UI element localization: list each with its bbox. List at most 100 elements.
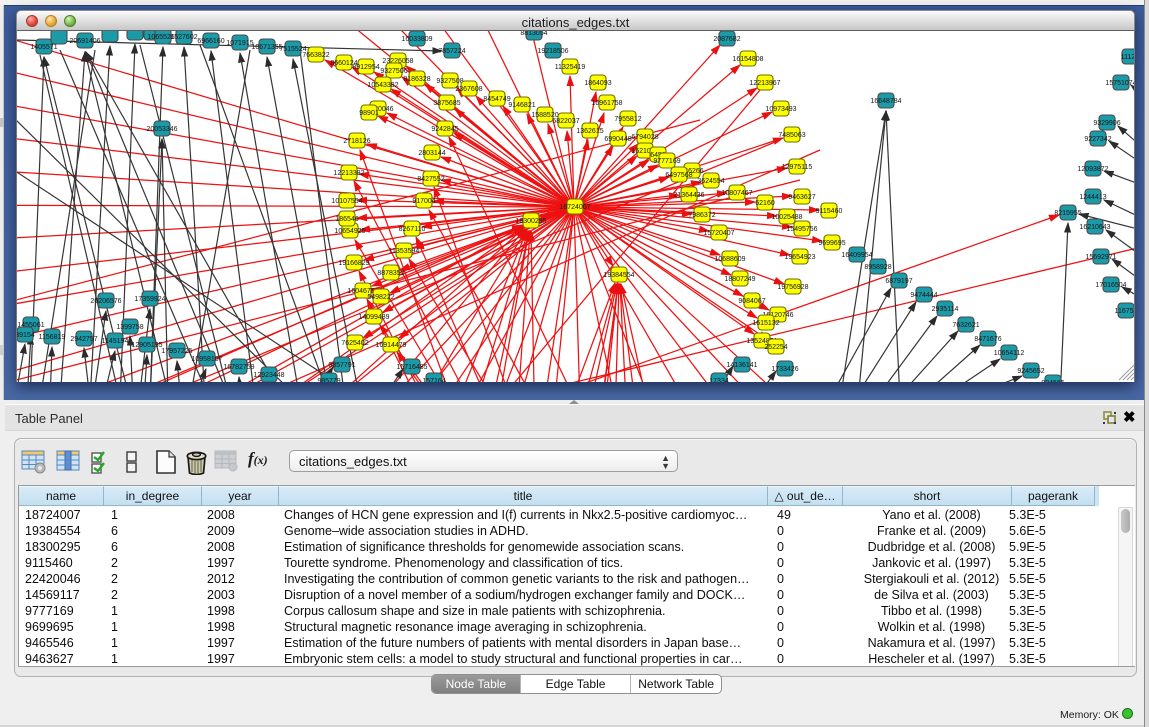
svg-text:2718126: 2718126 xyxy=(343,138,370,145)
svg-text:11353594: 11353594 xyxy=(389,248,420,255)
svg-text:917004: 917004 xyxy=(412,198,435,205)
svg-text:8912954: 8912954 xyxy=(352,64,379,71)
svg-text:7955812: 7955812 xyxy=(614,116,641,123)
svg-text:12213382: 12213382 xyxy=(333,170,364,177)
svg-text:9115460: 9115460 xyxy=(816,208,843,215)
svg-text:10654925: 10654925 xyxy=(334,228,365,235)
svg-text:15495756: 15495756 xyxy=(786,226,817,233)
svg-text:10961758: 10961758 xyxy=(591,100,622,107)
svg-text:11124: 11124 xyxy=(1121,54,1135,61)
svg-text:19756928: 19756928 xyxy=(777,284,808,291)
svg-text:5822037: 5822037 xyxy=(552,118,579,125)
svg-text:9146821: 9146821 xyxy=(508,102,535,109)
svg-text:12093872: 12093872 xyxy=(1077,166,1108,173)
svg-text:15751074: 15751074 xyxy=(1105,80,1135,87)
svg-text:9777169: 9777169 xyxy=(653,158,680,165)
svg-text:19218506: 19218506 xyxy=(537,48,568,55)
svg-text:985779: 985779 xyxy=(317,378,340,382)
svg-text:20206576: 20206576 xyxy=(90,298,121,305)
svg-text:10688609: 10688609 xyxy=(714,256,745,263)
svg-text:8186328: 8186328 xyxy=(403,76,430,83)
svg-text:9245652: 9245652 xyxy=(1017,368,1044,375)
svg-text:14099489: 14099489 xyxy=(358,314,389,321)
svg-text:18724007: 18724007 xyxy=(559,204,590,211)
svg-text:8427552: 8427552 xyxy=(417,176,444,183)
svg-text:9084067: 9084067 xyxy=(738,298,765,305)
svg-text:6497568: 6497568 xyxy=(665,172,692,179)
svg-text:2803144: 2803144 xyxy=(418,150,445,157)
svg-text:2935114: 2935114 xyxy=(932,306,959,313)
svg-text:1071915: 1071915 xyxy=(226,40,253,47)
svg-text:16154808: 16154808 xyxy=(732,56,763,63)
svg-text:12975115: 12975115 xyxy=(782,164,813,171)
svg-text:62160: 62160 xyxy=(755,200,775,207)
svg-text:1244413: 1244413 xyxy=(1079,194,1106,201)
svg-text:11325419: 11325419 xyxy=(555,64,586,71)
svg-text:17359924: 17359924 xyxy=(134,296,165,303)
svg-text:8215955: 8215955 xyxy=(1054,210,1081,217)
svg-text:8878352: 8878352 xyxy=(377,270,404,277)
svg-text:8813054: 8813054 xyxy=(520,31,547,37)
svg-text:10807467: 10807467 xyxy=(721,190,752,197)
svg-text:1733426: 1733426 xyxy=(771,366,798,373)
svg-text:3875685: 3875685 xyxy=(433,100,460,107)
svg-text:16210643: 16210643 xyxy=(1079,224,1110,231)
svg-text:7857224: 7857224 xyxy=(438,48,465,55)
svg-text:7986372: 7986372 xyxy=(688,212,715,219)
svg-text:8471676: 8471676 xyxy=(974,336,1001,343)
svg-text:20691406: 20691406 xyxy=(69,38,100,45)
svg-text:20053346: 20053346 xyxy=(146,126,177,133)
svg-text:1527602: 1527602 xyxy=(170,34,197,41)
svg-text:252254: 252254 xyxy=(764,344,787,351)
svg-text:1362615: 1362615 xyxy=(576,128,603,135)
svg-text:6966160: 6966160 xyxy=(197,38,224,45)
svg-text:186546: 186546 xyxy=(335,216,358,223)
svg-text:7632621: 7632621 xyxy=(952,322,979,329)
svg-text:16648784: 16648784 xyxy=(870,98,901,105)
svg-text:19384554: 19384554 xyxy=(603,272,634,279)
svg-text:98901: 98901 xyxy=(359,110,379,117)
svg-text:19166829: 19166829 xyxy=(338,260,369,267)
svg-text:16033809: 16033809 xyxy=(401,36,432,43)
svg-text:9699695: 9699695 xyxy=(818,240,845,247)
svg-text:17016504: 17016504 xyxy=(1095,282,1126,289)
svg-text:1615132: 1615132 xyxy=(752,320,779,327)
svg-text:9857791: 9857791 xyxy=(328,362,355,369)
svg-text:12213967: 12213967 xyxy=(749,80,780,87)
svg-text:12923448: 12923448 xyxy=(253,372,284,379)
svg-text:116753: 116753 xyxy=(1115,308,1135,315)
svg-text:10107554: 10107554 xyxy=(331,198,362,205)
svg-text:18300295: 18300295 xyxy=(515,218,546,225)
svg-text:7625402: 7625402 xyxy=(341,340,368,347)
svg-text:1156819: 1156819 xyxy=(39,334,66,341)
svg-text:18807249: 18807249 xyxy=(724,276,755,283)
svg-text:17957225: 17957225 xyxy=(161,348,192,355)
svg-text:19654923: 19654923 xyxy=(784,254,815,261)
svg-text:9327506: 9327506 xyxy=(380,68,407,75)
svg-text:9242845: 9242845 xyxy=(431,126,458,133)
svg-text:1405571: 1405571 xyxy=(30,44,57,51)
svg-text:15716485: 15716485 xyxy=(396,364,427,371)
svg-text:17334: 17334 xyxy=(709,378,729,382)
svg-text:7485063: 7485063 xyxy=(778,132,805,139)
svg-text:16914479: 16914479 xyxy=(375,342,406,349)
svg-text:39154: 39154 xyxy=(17,332,35,339)
svg-text:10973493: 10973493 xyxy=(765,106,796,113)
svg-text:9327508: 9327508 xyxy=(436,78,463,85)
svg-text:10654112: 10654112 xyxy=(994,350,1025,357)
svg-text:10025488: 10025488 xyxy=(771,214,802,221)
svg-text:10543382: 10543382 xyxy=(367,82,398,89)
svg-text:9474444: 9474444 xyxy=(910,292,937,299)
svg-text:5498222: 5498222 xyxy=(367,294,394,301)
svg-text:3624554: 3624554 xyxy=(697,178,724,185)
svg-text:1399758: 1399758 xyxy=(116,324,143,331)
svg-text:924565: 924565 xyxy=(1041,380,1064,382)
svg-text:9329906: 9329906 xyxy=(1093,120,1120,127)
svg-text:2942757: 2942757 xyxy=(70,336,97,343)
svg-text:8454749: 8454749 xyxy=(483,96,510,103)
svg-text:15692971: 15692971 xyxy=(1085,254,1116,261)
svg-text:157164: 157164 xyxy=(422,378,445,382)
svg-text:15720407: 15720407 xyxy=(703,230,734,237)
svg-text:2367608: 2367608 xyxy=(455,86,482,93)
svg-text:8958928: 8958928 xyxy=(864,264,891,271)
